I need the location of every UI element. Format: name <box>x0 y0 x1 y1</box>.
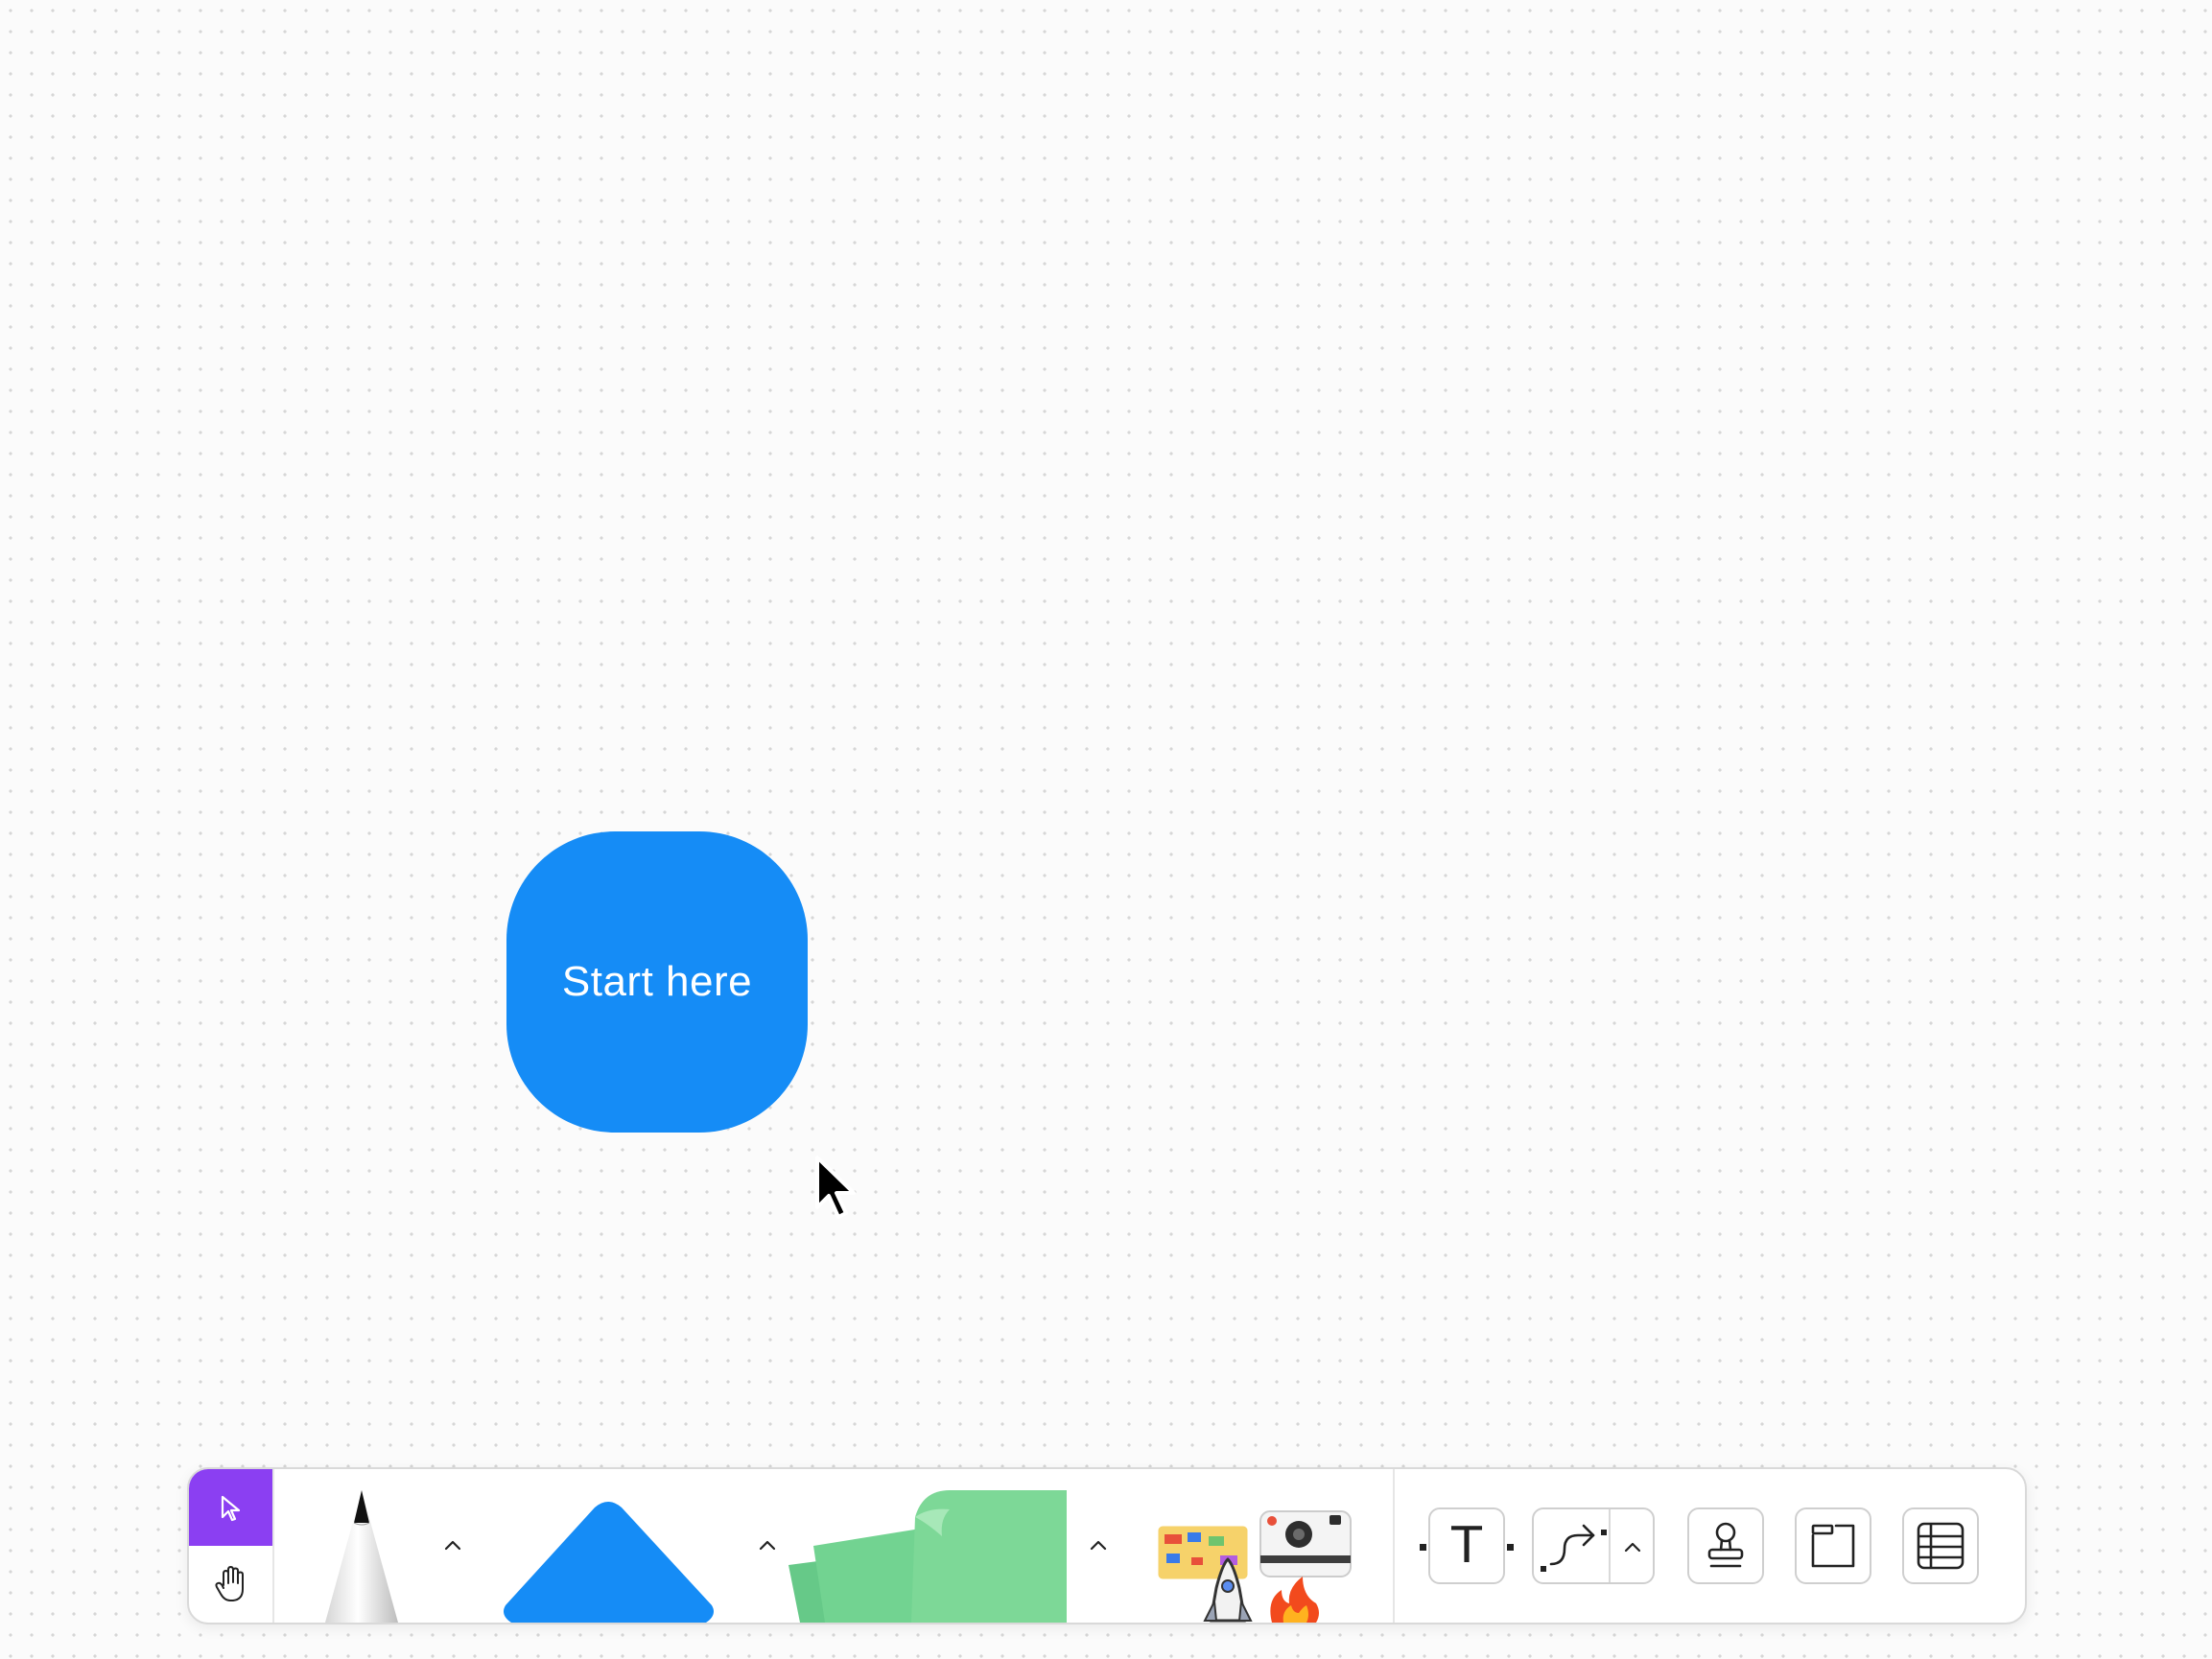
pencil-icon[interactable] <box>314 1488 410 1623</box>
sticky-options-chevron-icon[interactable] <box>1082 1529 1115 1561</box>
sticky-note-icon[interactable] <box>779 1490 1067 1623</box>
connector-tool-button[interactable] <box>1532 1507 1655 1584</box>
bottom-toolbar: T <box>187 1467 2027 1624</box>
stickers-icon[interactable] <box>1153 1507 1354 1623</box>
connector-icon <box>1541 1524 1607 1572</box>
toolbar-divider-right <box>1393 1469 1395 1623</box>
pen-options-chevron-icon[interactable] <box>436 1529 469 1561</box>
text-icon: T <box>1451 1517 1482 1575</box>
stamp-tool-button[interactable] <box>1687 1507 1764 1584</box>
stamp-icon <box>1707 1522 1744 1568</box>
arrow-pointer-icon <box>221 1495 240 1522</box>
start-here-shape[interactable]: Start here <box>506 831 808 1133</box>
triangle-shape-icon[interactable] <box>501 1500 717 1623</box>
connector-split-divider <box>1609 1509 1611 1582</box>
connector-options-chevron-icon[interactable] <box>1616 1530 1649 1563</box>
table-tool-button[interactable] <box>1902 1507 1979 1584</box>
table-icon <box>1917 1522 1965 1570</box>
hand-icon <box>214 1566 244 1601</box>
toolbar-divider <box>272 1469 274 1623</box>
shape-label: Start here <box>561 958 753 1005</box>
text-handle-left <box>1420 1544 1426 1551</box>
text-handle-right <box>1507 1544 1514 1551</box>
section-icon <box>1811 1524 1855 1568</box>
mouse-cursor-icon <box>815 1156 856 1219</box>
select-tool-button[interactable] <box>189 1469 272 1546</box>
hand-tool-button[interactable] <box>189 1546 272 1623</box>
section-tool-button[interactable] <box>1795 1507 1871 1584</box>
text-tool-button[interactable]: T <box>1428 1507 1505 1584</box>
